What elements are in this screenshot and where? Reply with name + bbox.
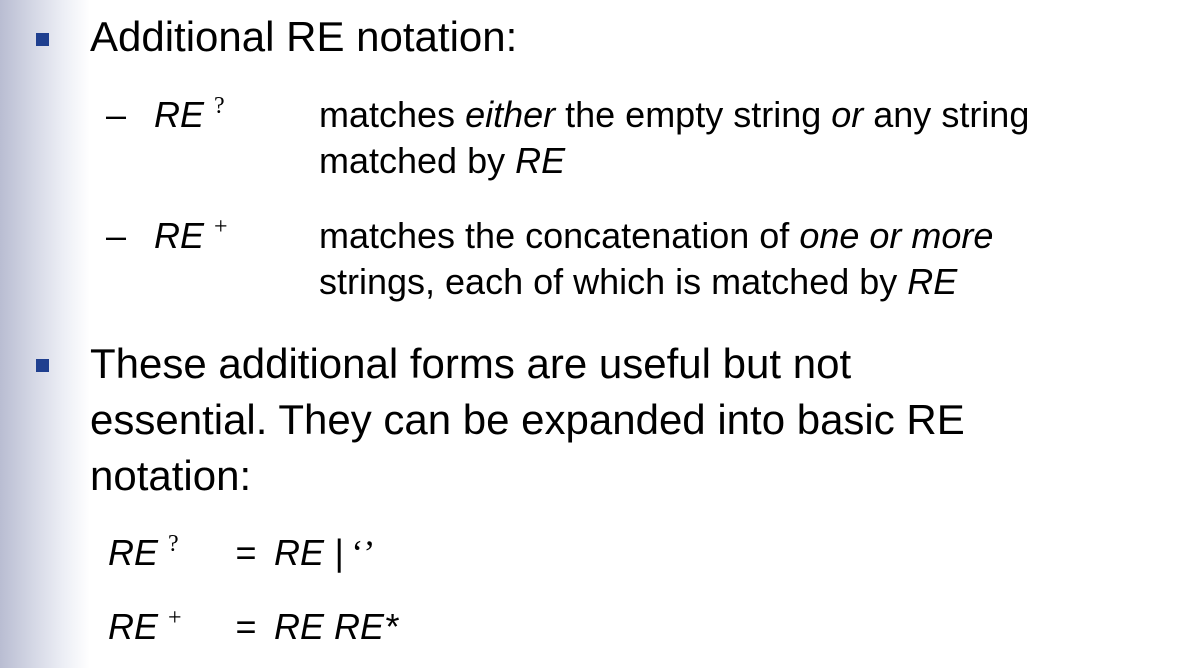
- term-text: RE: [154, 94, 205, 135]
- text-run: strings, each of which is matched by: [319, 261, 908, 302]
- term-re-plus: RE +: [154, 213, 228, 259]
- plus-superscript: +: [168, 605, 182, 631]
- term-re-optional: RE?: [154, 92, 225, 138]
- plus-superscript: +: [214, 214, 228, 240]
- description-plus: matches the concatenation of one or more…: [319, 213, 1159, 305]
- equation-plus: RE + = RE RE*: [108, 604, 398, 650]
- question-mark-superscript: ?: [168, 531, 179, 557]
- text-run: the empty string: [555, 94, 832, 135]
- emphasis-or: or: [831, 94, 864, 135]
- empty-string-quotes: ‘’: [351, 533, 376, 573]
- heading-additional-re-notation: Additional RE notation:: [90, 13, 518, 60]
- paragraph-line-1: These additional forms are useful but no…: [90, 340, 852, 387]
- emphasis-re: RE: [515, 140, 566, 181]
- paragraph-additional-forms: These additional forms are useful but no…: [90, 336, 1150, 504]
- slide-side-gradient: [0, 0, 90, 668]
- equation-lhs: RE +: [108, 604, 208, 650]
- paragraph-line-2: essential. They can be expanded into bas…: [90, 396, 965, 443]
- emphasis-either: either: [465, 94, 556, 135]
- paragraph-line-3: notation:: [90, 452, 252, 499]
- question-mark-superscript: ?: [214, 93, 225, 119]
- description-line-2: matched by RE: [319, 138, 1159, 184]
- text-run: matched by: [319, 140, 516, 181]
- lhs-text: RE: [108, 532, 159, 573]
- text-run: matches the concatenation of: [319, 215, 800, 256]
- description-optional: matches either the empty string or any s…: [319, 92, 1159, 184]
- description-line-1: matches the concatenation of one or more: [319, 213, 1159, 259]
- square-bullet-icon: [36, 33, 49, 46]
- emphasis-one-or-more: one or more: [799, 215, 994, 256]
- text-run: matches: [319, 94, 466, 135]
- equals-sign: =: [235, 532, 257, 573]
- description-line-2: strings, each of which is matched by RE: [319, 259, 1159, 305]
- square-bullet-icon: [36, 359, 49, 372]
- equation-lhs: RE?: [108, 530, 208, 576]
- lhs-text: RE: [108, 606, 159, 647]
- equation-rhs: RE RE*: [274, 606, 399, 647]
- emphasis-re: RE: [907, 261, 958, 302]
- term-text: RE: [154, 215, 205, 256]
- equals-sign: =: [235, 606, 257, 647]
- equation-rhs: RE |: [274, 532, 344, 573]
- text-run: any string: [863, 94, 1030, 135]
- dash-marker: –: [106, 94, 127, 135]
- dash-marker: –: [106, 215, 127, 256]
- description-line-1: matches either the empty string or any s…: [319, 92, 1159, 138]
- equation-optional: RE? = RE | ‘’: [108, 530, 375, 576]
